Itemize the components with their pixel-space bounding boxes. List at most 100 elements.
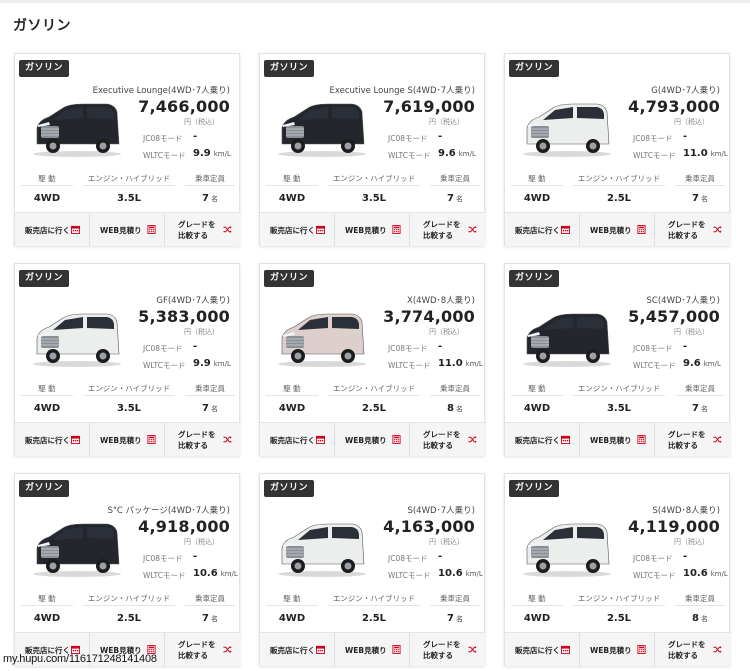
jc08-label: JC08モード: [633, 344, 673, 353]
web-estimate-button[interactable]: WEB見積り: [90, 213, 165, 246]
web-estimate-button[interactable]: WEB見積り: [335, 423, 410, 456]
compare-grade-label: グレードを比較する: [423, 430, 461, 450]
wltc-value: 9.9: [193, 358, 211, 369]
jc08-value: -: [193, 131, 198, 142]
compare-grade-button[interactable]: グレードを比較する: [655, 633, 731, 666]
dealer-icon: [561, 645, 570, 654]
spec-table: 駆 動 4WD エンジン・ハイブリッド 2.5L 乗車定員 8名: [260, 381, 486, 421]
jc08-label: JC08モード: [388, 554, 428, 563]
dealer-button[interactable]: 販売店に行く: [260, 423, 335, 456]
jc08-value: -: [193, 341, 198, 352]
compare-grade-button[interactable]: グレードを比較する: [410, 633, 486, 666]
jc08-row: JC08モード -: [143, 551, 197, 564]
engine-column: エンジン・ハイブリッド 3.5L: [324, 171, 424, 211]
dealer-button[interactable]: 販売店に行く: [505, 213, 580, 246]
card-actions: 販売店に行く WEB見積り グレードを比較する: [260, 632, 486, 666]
compare-grade-button[interactable]: グレードを比較する: [410, 213, 486, 246]
grade-name: S(4WD･8人乗り): [652, 506, 720, 516]
capacity-value-wrap: 7名: [181, 396, 239, 414]
engine-value: 2.5L: [606, 193, 632, 204]
dealer-button[interactable]: 販売店に行く: [260, 633, 335, 666]
jc08-value: -: [683, 341, 688, 352]
grade-card-7: ガソリン S"C パッケージ(4WD･7人乗り) 4,918,000 円（税込）…: [14, 473, 241, 666]
drive-column: 駆 動 4WD: [262, 171, 322, 211]
dealer-icon: [561, 225, 570, 234]
spec-table: 駆 動 4WD エンジン・ハイブリッド 2.5L 乗車定員 8名: [505, 591, 731, 631]
dealer-button[interactable]: 販売店に行く: [15, 423, 90, 456]
web-estimate-button[interactable]: WEB見積り: [90, 423, 165, 456]
capacity-unit: 名: [210, 405, 218, 413]
dealer-button[interactable]: 販売店に行く: [15, 213, 90, 246]
wltc-value-wrap: 10.6 km/L: [193, 568, 238, 579]
grade-card-5: ガソリン X(4WD･8人乗り) 3,774,000 円（税込） JC08モード…: [259, 263, 486, 456]
dealer-button[interactable]: 販売店に行く: [260, 213, 335, 246]
price: 3,774,000: [383, 307, 475, 326]
jc08-row: JC08モード -: [633, 551, 687, 564]
compare-grade-button[interactable]: グレードを比較する: [165, 213, 241, 246]
price: 7,619,000: [383, 97, 475, 116]
drive-column: 駆 動 4WD: [17, 171, 77, 211]
web-estimate-button[interactable]: WEB見積り: [580, 423, 655, 456]
dealer-icon: [71, 225, 80, 234]
calculator-icon: [637, 435, 646, 444]
drive-column: 駆 動 4WD: [507, 591, 567, 631]
engine-value: 3.5L: [361, 193, 387, 204]
calculator-icon: [147, 225, 156, 234]
capacity-value: 7: [692, 193, 699, 204]
wltc-value: 11.0: [438, 358, 463, 369]
web-estimate-button[interactable]: WEB見積り: [580, 633, 655, 666]
drive-header: 駆 動: [266, 591, 318, 606]
fuel-unit: km/L: [458, 150, 476, 158]
wltc-value-wrap: 10.6 km/L: [683, 568, 728, 579]
jc08-row: JC08モード -: [633, 341, 687, 354]
dealer-button-label: 販売店に行く: [515, 436, 560, 445]
web-estimate-button[interactable]: WEB見積り: [335, 213, 410, 246]
grade-name: Executive Lounge S(4WD･7人乗り): [329, 86, 475, 96]
shuffle-icon: [468, 226, 477, 233]
calculator-icon: [392, 645, 401, 654]
compare-grade-button[interactable]: グレードを比較する: [410, 423, 486, 456]
wltc-row: WLTCモード 10.6 km/L: [633, 568, 728, 581]
drive-column: 駆 動 4WD: [507, 171, 567, 211]
spec-table: 駆 動 4WD エンジン・ハイブリッド 3.5L 乗車定員 7名: [505, 381, 731, 421]
web-estimate-button[interactable]: WEB見積り: [335, 633, 410, 666]
jc08-label: JC08モード: [388, 134, 428, 143]
jc08-label: JC08モード: [633, 134, 673, 143]
web-estimate-button[interactable]: WEB見積り: [580, 213, 655, 246]
price: 4,793,000: [628, 97, 720, 116]
engine-value: 3.5L: [606, 403, 632, 414]
capacity-column: 乗車定員 7名: [671, 171, 729, 211]
compare-grade-label: グレードを比較する: [668, 640, 706, 660]
calculator-icon: [392, 435, 401, 444]
engine-column: エンジン・ハイブリッド 3.5L: [569, 381, 669, 421]
engine-value: 3.5L: [116, 403, 142, 414]
compare-grade-button[interactable]: グレードを比較する: [165, 633, 241, 666]
jc08-row: JC08モード -: [388, 551, 442, 564]
grade-card-4: ガソリン GF(4WD･7人乗り) 5,383,000 円（税込） JC08モー…: [14, 263, 241, 456]
car-image: [523, 313, 611, 367]
capacity-unit: 名: [700, 405, 708, 413]
compare-grade-button[interactable]: グレードを比較する: [165, 423, 241, 456]
dealer-button-label: 販売店に行く: [270, 226, 315, 235]
dealer-icon: [316, 435, 325, 444]
engine-header: エンジン・ハイブリッド: [83, 591, 175, 606]
dealer-button[interactable]: 販売店に行く: [505, 633, 580, 666]
web-estimate-label: WEB見積り: [100, 226, 142, 235]
tax-label: 円（税込）: [429, 328, 464, 336]
drive-value: 4WD: [523, 403, 551, 414]
engine-column: エンジン・ハイブリッド 2.5L: [79, 591, 179, 631]
card-actions: 販売店に行く WEB見積り グレードを比較する: [15, 212, 241, 246]
wltc-value: 10.6: [438, 568, 463, 579]
dealer-button-label: 販売店に行く: [25, 226, 70, 235]
compare-grade-button[interactable]: グレードを比較する: [655, 213, 731, 246]
jc08-row: JC08モード -: [143, 341, 197, 354]
car-image: [278, 523, 366, 577]
compare-grade-label: グレードを比較する: [178, 220, 216, 240]
wltc-label: WLTCモード: [633, 151, 676, 160]
compare-grade-button[interactable]: グレードを比較する: [655, 423, 731, 456]
jc08-value: -: [193, 551, 198, 562]
fuel-type-badge: ガソリン: [264, 480, 315, 497]
jc08-value: -: [683, 551, 688, 562]
engine-value: 3.5L: [116, 193, 142, 204]
dealer-button[interactable]: 販売店に行く: [505, 423, 580, 456]
